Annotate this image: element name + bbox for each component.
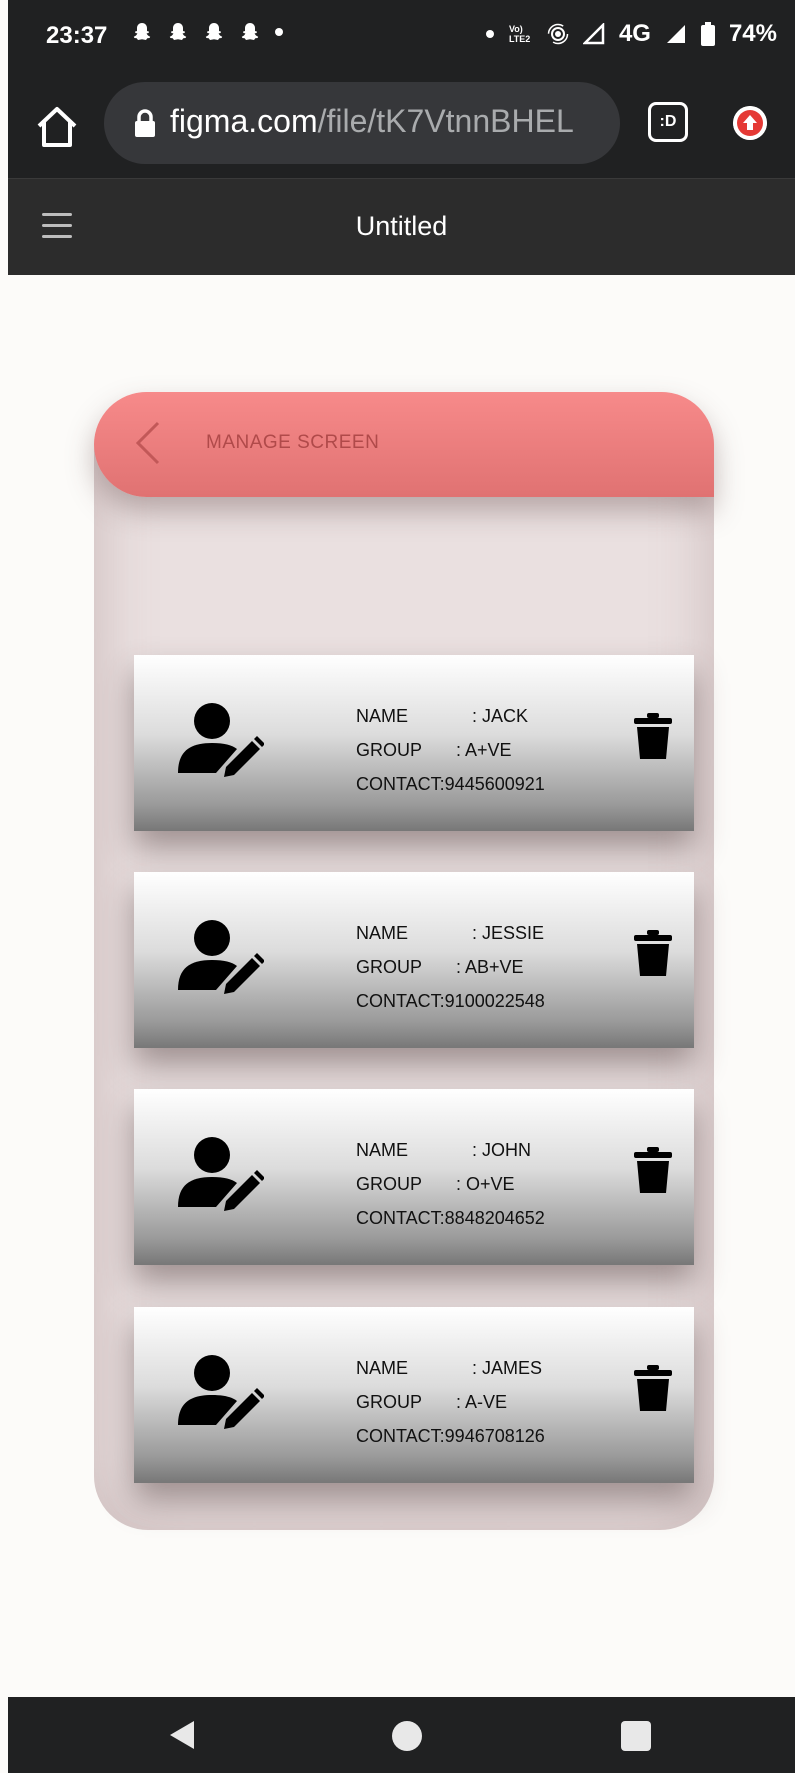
contact-label: CONTACT:: [356, 1426, 445, 1446]
donor-card[interactable]: NAME : JAMES GROUP : A-VE CONTACT: 99467081…: [134, 1307, 694, 1483]
volte-icon: Vo) LTE2: [508, 24, 531, 44]
donor-card[interactable]: NAME : JACK GROUP : A+VE CONTACT: 944560092…: [134, 655, 694, 831]
group-label: GROUP: [356, 740, 423, 760]
group-label: GROUP: [356, 1392, 423, 1412]
home-icon[interactable]: [34, 104, 80, 150]
snapchat-icon: [205, 23, 223, 40]
donor-group: : AB+VE: [456, 957, 524, 977]
screen-border: [0, 0, 8, 1773]
lock-icon: [135, 109, 155, 137]
donor-name: : JESSIE: [472, 923, 545, 943]
battery-level: 74%: [728, 20, 777, 47]
figma-header: Untitled: [8, 178, 795, 275]
donor-group: : A-VE: [456, 1392, 508, 1412]
donor-group: : O+VE: [456, 1174, 515, 1194]
name-label: NAME: [356, 1140, 409, 1160]
status-time: 23:37: [46, 22, 108, 49]
user-edit-icon[interactable]: [174, 914, 264, 1004]
hotspot-icon: [547, 23, 569, 45]
more-notifications-dot-icon: [275, 28, 283, 36]
trash-icon[interactable]: [634, 1365, 672, 1411]
donor-info: NAME : JACK GROUP : A+VE CONTACT: 944560092…: [356, 699, 545, 801]
device-screen: 23:37 Vo) LTE2 4G 74% figma.com/file/tK7…: [8, 0, 795, 1773]
system-nav-bar: [8, 1697, 795, 1773]
donor-contact: 8848204652: [444, 1208, 545, 1228]
signal-icon: [582, 23, 605, 45]
name-label: NAME: [356, 1358, 409, 1378]
trash-icon[interactable]: [634, 713, 672, 759]
battery-icon: [700, 22, 715, 46]
donor-contact: 9100022548: [444, 991, 545, 1011]
donor-name: : JACK: [472, 706, 529, 726]
donor-name: : JOHN: [472, 1140, 532, 1160]
user-edit-icon[interactable]: [174, 697, 264, 787]
signal-filled-icon: [666, 25, 685, 43]
name-label: NAME: [356, 923, 409, 943]
donor-info: NAME : JESSIE GROUP : AB+VE CONTACT: 910002…: [356, 916, 545, 1018]
nav-home-icon[interactable]: [392, 1721, 422, 1751]
snapchat-icon: [133, 23, 151, 40]
status-bar: 23:37 Vo) LTE2 4G 74%: [8, 0, 795, 74]
snapchat-icon: [241, 23, 259, 40]
url-host: figma.com: [170, 103, 318, 139]
address-bar[interactable]: figma.com/file/tK7VtnnBHEL: [104, 82, 620, 164]
donor-contact: 9946708126: [444, 1426, 545, 1446]
contact-label: CONTACT:: [356, 991, 445, 1011]
donor-info: NAME : JAMES GROUP : A-VE CONTACT: 99467081…: [356, 1351, 545, 1453]
user-edit-icon[interactable]: [174, 1131, 264, 1221]
group-label: GROUP: [356, 957, 423, 977]
contact-label: CONTACT:: [356, 774, 445, 794]
snapchat-icon: [169, 23, 187, 40]
back-chevron-icon[interactable]: [132, 420, 162, 466]
tabs-icon[interactable]: :D: [648, 102, 688, 142]
donor-name: : JAMES: [472, 1358, 543, 1378]
donor-contact: 9445600921: [444, 774, 545, 794]
status-right: Vo) LTE2 4G 74%: [485, 20, 777, 48]
nav-recents-icon[interactable]: [621, 1721, 651, 1751]
notification-icons: [130, 20, 284, 44]
browser-toolbar: figma.com/file/tK7VtnnBHEL :D: [8, 74, 795, 178]
donor-card[interactable]: NAME : JOHN GROUP : O+VE CONTACT: 884820465…: [134, 1089, 694, 1265]
name-label: NAME: [356, 706, 409, 726]
nav-back-icon[interactable]: [168, 1719, 196, 1751]
trash-icon[interactable]: [634, 1147, 672, 1193]
group-label: GROUP: [356, 1174, 423, 1194]
page-title: MANAGE SCREEN: [206, 432, 380, 453]
dot-icon: [485, 30, 494, 38]
url-text: figma.com/file/tK7VtnnBHEL: [170, 103, 600, 140]
url-path: /file/tK7VtnnBHEL: [317, 103, 574, 139]
trash-icon[interactable]: [634, 930, 672, 976]
manage-header: MANAGE SCREEN: [94, 392, 714, 497]
contact-label: CONTACT:: [356, 1208, 445, 1228]
donor-group: : A+VE: [456, 740, 512, 760]
donor-card[interactable]: NAME : JESSIE GROUP : AB+VE CONTACT: 910002…: [134, 872, 694, 1048]
donor-info: NAME : JOHN GROUP : O+VE CONTACT: 884820465…: [356, 1133, 545, 1235]
user-edit-icon[interactable]: [174, 1349, 264, 1439]
network-type: 4G: [618, 20, 651, 47]
file-title: Untitled: [355, 211, 448, 241]
update-icon[interactable]: [733, 106, 767, 140]
